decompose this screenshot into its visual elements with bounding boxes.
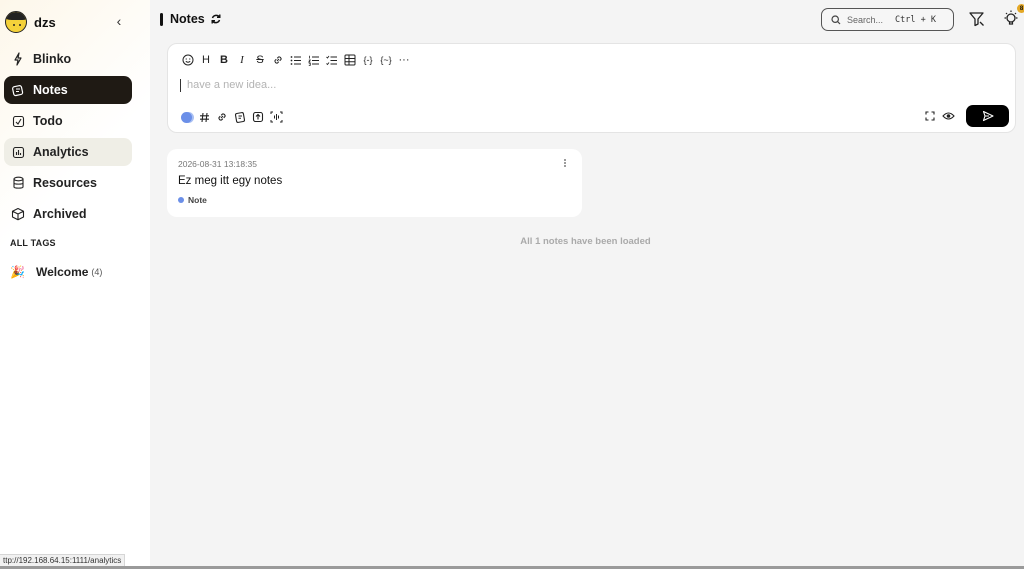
note-type-label: Note bbox=[188, 195, 207, 205]
note-content: Ez meg itt egy notes bbox=[178, 175, 283, 187]
ordered-list-icon[interactable] bbox=[305, 53, 323, 67]
search-shortcut: Ctrl + K bbox=[895, 14, 936, 25]
attach-link-icon[interactable] bbox=[213, 109, 231, 125]
todo-icon bbox=[11, 114, 25, 128]
tag-count: (4) bbox=[91, 267, 103, 277]
party-icon: 🎉 bbox=[10, 265, 25, 279]
tags-heading: ALL TAGS bbox=[10, 238, 56, 248]
heading-icon[interactable]: H bbox=[197, 53, 215, 67]
sidebar-item-resources[interactable]: Resources bbox=[4, 169, 132, 197]
tag-label: Welcome bbox=[35, 265, 89, 279]
text-caret bbox=[180, 78, 181, 92]
bold-icon[interactable]: B bbox=[215, 53, 233, 67]
note-menu-icon[interactable] bbox=[563, 158, 567, 168]
username: dzs bbox=[34, 14, 56, 30]
note-timestamp: 2026-08-31 13:18:35 bbox=[178, 159, 257, 169]
search-input[interactable]: Search... Ctrl + K bbox=[821, 8, 954, 31]
database-icon bbox=[11, 176, 25, 190]
page-title: Notes bbox=[170, 12, 205, 26]
filter-icon[interactable] bbox=[968, 10, 986, 28]
collapse-sidebar-icon[interactable]: ‹ bbox=[111, 12, 127, 30]
note-type-icon[interactable] bbox=[177, 109, 195, 125]
sidebar-item-todo[interactable]: Todo bbox=[4, 107, 132, 135]
sidebar-item-label: Notes bbox=[33, 83, 68, 97]
note-input-placeholder: have a new idea... bbox=[187, 79, 277, 91]
editor-right-tools bbox=[920, 105, 1009, 127]
note-input[interactable]: have a new idea... bbox=[180, 77, 880, 93]
send-button[interactable] bbox=[966, 105, 1009, 127]
search-icon bbox=[831, 14, 841, 25]
sidebar-item-label: Todo bbox=[33, 114, 63, 128]
notification-badge: 8 bbox=[1017, 4, 1024, 13]
editor-toolbar: H B I S {-} {~} ··· bbox=[179, 53, 413, 67]
avatar bbox=[5, 11, 27, 33]
page-header: Notes bbox=[160, 10, 222, 28]
hashtag-icon[interactable] bbox=[195, 109, 213, 125]
note-editor: H B I S {-} {~} ··· have a new idea... bbox=[167, 43, 1016, 133]
note-card[interactable]: 2026-08-31 13:18:35 Ez meg itt egy notes… bbox=[167, 149, 582, 217]
sidebar-item-archived[interactable]: Archived bbox=[4, 200, 132, 228]
more-icon[interactable]: ··· bbox=[395, 53, 413, 67]
link-icon[interactable] bbox=[269, 53, 287, 67]
sidebar-item-label: Resources bbox=[33, 176, 97, 190]
user-row[interactable]: dzs ‹ bbox=[5, 10, 145, 34]
italic-icon[interactable]: I bbox=[233, 53, 251, 67]
notes-icon bbox=[11, 83, 25, 97]
send-icon bbox=[982, 110, 994, 122]
bolt-icon bbox=[11, 52, 25, 66]
fullscreen-icon[interactable] bbox=[920, 108, 939, 124]
task-list-icon[interactable] bbox=[323, 53, 341, 67]
search-placeholder: Search... bbox=[847, 14, 884, 25]
sidebar-item-label: Archived bbox=[33, 207, 87, 221]
sidebar-item-analytics[interactable]: Analytics bbox=[4, 138, 132, 166]
note-dot-icon bbox=[178, 197, 184, 203]
bullet-list-icon[interactable] bbox=[287, 53, 305, 67]
sidebar-item-label: Blinko bbox=[33, 52, 72, 66]
strikethrough-icon[interactable]: S bbox=[251, 53, 269, 67]
voice-record-icon[interactable] bbox=[267, 109, 285, 125]
sidebar: dzs ‹ Blinko Notes Todo Analytics Resour… bbox=[0, 0, 150, 569]
refresh-icon[interactable] bbox=[210, 13, 222, 25]
code-block-icon[interactable]: {~} bbox=[377, 53, 395, 67]
lightbulb-icon[interactable] bbox=[1002, 9, 1020, 29]
smile-icon[interactable] bbox=[179, 53, 197, 67]
upload-icon[interactable] bbox=[249, 109, 267, 125]
code-inline-icon[interactable]: {-} bbox=[359, 53, 377, 67]
note-type-badge: Note bbox=[178, 195, 207, 205]
box-icon bbox=[11, 207, 25, 221]
chart-icon bbox=[11, 145, 25, 159]
title-accent-bar bbox=[160, 12, 163, 26]
editor-bottom-tools bbox=[177, 109, 285, 125]
table-icon[interactable] bbox=[341, 53, 359, 67]
loaded-status: All 1 notes have been loaded bbox=[520, 236, 651, 247]
sidebar-item-notes[interactable]: Notes bbox=[4, 76, 132, 104]
sidebar-item-blinko[interactable]: Blinko bbox=[4, 45, 132, 73]
sidebar-item-label: Analytics bbox=[33, 145, 89, 159]
tag-item-welcome[interactable]: 🎉 Welcome (4) bbox=[10, 262, 102, 282]
preview-eye-icon[interactable] bbox=[939, 108, 958, 124]
reference-note-icon[interactable] bbox=[231, 109, 249, 125]
